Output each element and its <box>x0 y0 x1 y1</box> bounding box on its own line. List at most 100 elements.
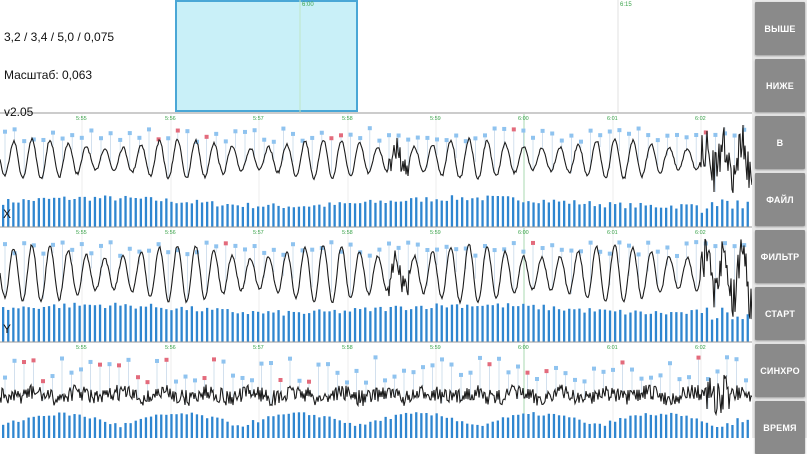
amplitude-bar <box>542 415 545 438</box>
start-button[interactable]: СТАРТ <box>755 287 805 340</box>
marker-head <box>212 357 216 362</box>
amplitude-bar <box>588 423 591 438</box>
marker-head <box>617 128 622 133</box>
amplitude-bar <box>88 304 91 342</box>
marker-head <box>646 133 651 138</box>
marker-head <box>250 378 254 383</box>
time-axis-label: 6:00 <box>518 345 529 351</box>
amplitude-bar <box>700 212 703 227</box>
amplitude-bar <box>282 315 285 342</box>
amplitude-bar <box>568 203 571 227</box>
marker-head <box>240 375 245 380</box>
amplitude-bar <box>583 312 586 342</box>
amplitude-bar <box>73 414 76 438</box>
amplitude-bar <box>491 421 494 438</box>
amplitude-bar <box>506 303 510 342</box>
amplitude-bar <box>139 306 142 342</box>
amplitude-bar <box>634 310 637 342</box>
amplitude-bar <box>348 422 352 438</box>
marker-head <box>22 360 26 365</box>
marker-head <box>502 247 507 252</box>
time-axis-label: 6:02 <box>695 345 706 351</box>
amplitude-bar <box>287 206 290 227</box>
amplitude-bar <box>343 203 346 227</box>
v-button[interactable]: В <box>755 116 805 169</box>
marker-head <box>243 247 247 252</box>
channel-y-panel[interactable]: 5:55 5:56 5:57 5:58 5:59 6:00 6:01 6:02 Y <box>0 226 752 342</box>
channel-label: X <box>3 207 11 221</box>
marker-head <box>127 131 132 136</box>
marker-head <box>617 240 622 245</box>
file-button[interactable]: ФАЙЛ <box>755 173 805 226</box>
amplitude-bar <box>359 203 362 227</box>
amplitude-bar <box>501 307 505 342</box>
time-axis-label: 5:58 <box>342 116 353 122</box>
amplitude-bar <box>404 412 408 438</box>
marker-head <box>511 127 516 132</box>
amplitude-bar <box>501 417 505 438</box>
time-button[interactable]: ВРЕМЯ <box>755 401 805 454</box>
marker-head <box>387 241 391 246</box>
amplitude-bar <box>670 412 673 438</box>
marker-head <box>348 132 353 137</box>
amplitude-bar <box>552 199 556 227</box>
marker-head <box>492 126 497 131</box>
filter-button[interactable]: ФИЛЬТР <box>755 230 805 283</box>
amplitude-bar <box>262 313 265 342</box>
marker-head <box>214 131 219 136</box>
amplitude-bar <box>404 310 408 342</box>
marker-head <box>108 240 113 245</box>
amplitude-bar <box>277 414 280 438</box>
amplitude-bar <box>190 306 193 342</box>
amplitude-bar <box>389 200 392 227</box>
sync-button[interactable]: СИНХРО <box>755 344 805 397</box>
marker-head <box>525 370 530 375</box>
amplitude-bar <box>267 416 270 438</box>
marker-head <box>425 135 430 140</box>
amplitude-bar <box>287 413 290 438</box>
amplitude-bar <box>583 422 586 438</box>
amplitude-bar <box>410 413 413 438</box>
down-button[interactable]: НИЖЕ <box>755 59 805 112</box>
time-axis-label: 5:57 <box>253 116 264 122</box>
signal-trace <box>0 374 752 417</box>
amplitude-bar <box>399 306 403 342</box>
amplitude-bar <box>195 311 199 342</box>
amplitude-bar <box>614 421 617 438</box>
amplitude-bar <box>297 412 301 438</box>
amplitude-bar <box>445 417 448 438</box>
amplitude-bar <box>297 312 301 342</box>
marker-head <box>316 362 321 367</box>
marker-head <box>406 137 411 142</box>
amplitude-bar <box>593 423 596 438</box>
amplitude-bar <box>47 198 51 227</box>
amplitude-bar <box>364 201 367 227</box>
marker-head <box>492 248 497 253</box>
amplitude-bar <box>461 197 464 227</box>
up-button[interactable]: ВЫШЕ <box>755 2 805 55</box>
amplitude-bar <box>512 415 515 438</box>
amplitude-bar <box>639 311 642 342</box>
amplitude-bar <box>206 307 209 342</box>
amplitude-bar <box>721 199 724 227</box>
amplitude-bar <box>53 304 56 342</box>
amplitude-bar <box>486 304 489 342</box>
marker-head <box>649 375 653 380</box>
marker-head <box>521 128 526 133</box>
amplitude-bar <box>461 307 464 342</box>
amplitude-bar <box>557 309 561 342</box>
amplitude-bar <box>695 205 698 227</box>
amplitude-bar <box>144 196 148 227</box>
amplitude-bar <box>614 311 617 342</box>
channel-z-panel[interactable]: 5:55 5:56 5:57 5:58 5:59 6:00 6:01 6:02 <box>0 341 752 438</box>
marker-head <box>675 253 679 258</box>
amplitude-bar <box>690 418 693 438</box>
amplitude-bar <box>481 200 484 227</box>
amplitude-bar <box>501 196 505 227</box>
amplitude-bar <box>292 412 295 438</box>
amplitude-bar <box>165 198 168 227</box>
amplitude-bar <box>445 307 448 342</box>
amplitude-bar <box>710 202 714 227</box>
amplitude-bar <box>563 415 566 438</box>
start-button-label: СТАРТ <box>764 308 796 319</box>
